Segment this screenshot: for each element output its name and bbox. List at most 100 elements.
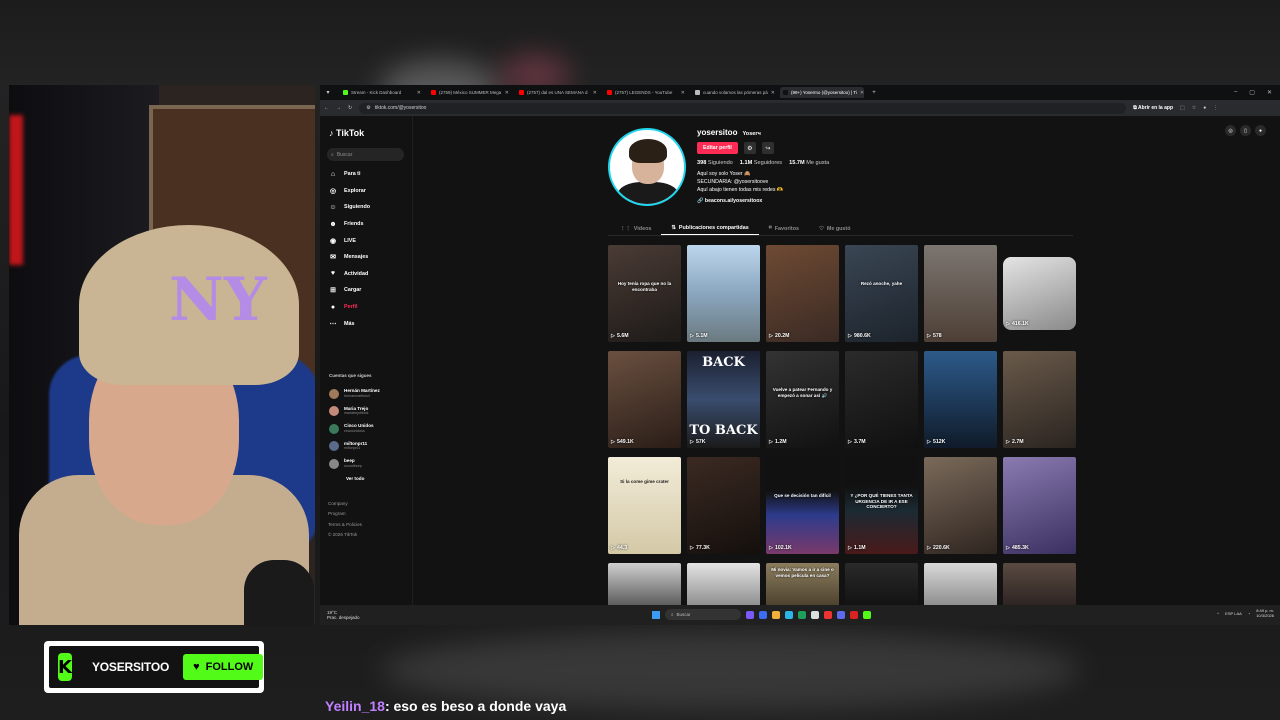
video-thumbnail[interactable] <box>1003 563 1076 608</box>
chrome-icon[interactable] <box>811 610 819 619</box>
minimize-icon[interactable]: – <box>1234 89 1237 96</box>
browser-tab[interactable]: (2757) LEGENDS - YouTube ✕ <box>604 87 688 98</box>
copilot-icon[interactable] <box>746 610 754 619</box>
video-thumbnail[interactable] <box>687 563 760 608</box>
video-thumbnail[interactable]: ▷ 5.1M <box>687 245 760 342</box>
site-info-icon[interactable]: ⚙ <box>366 105 370 111</box>
tab-favoritos[interactable]: ⌗ Favoritos <box>759 222 809 235</box>
tab-publicaciones-compartidas[interactable]: ⇅ Publicaciones compartidas <box>661 222 759 235</box>
video-thumbnail[interactable]: Y ¿POR QUÉ TIENES TANTA URGENCIA DE IR A… <box>845 457 918 554</box>
tab-close-icon[interactable]: ✕ <box>593 90 597 96</box>
footer-link[interactable]: Company <box>328 499 362 509</box>
tab-menu-icon[interactable]: ▾ <box>322 89 334 96</box>
sidebar-item-cargar[interactable]: ⊞ Cargar <box>328 282 370 299</box>
sidebar-item-live[interactable]: ◉ LIVE <box>328 232 370 249</box>
video-thumbnail[interactable]: ▷ 3.7M <box>845 351 918 448</box>
coin-icon[interactable]: ◎ <box>1225 125 1236 136</box>
weather-widget[interactable]: 19°C Prac. despejado <box>327 610 360 620</box>
kick-app-icon[interactable] <box>863 610 871 619</box>
open-in-app-button[interactable]: ⧉ Abrir en la app <box>1133 105 1173 111</box>
taskbar-search-input[interactable]: ⌕ Buscar <box>665 609 741 620</box>
windows-start-icon[interactable] <box>652 610 660 619</box>
video-thumbnail[interactable] <box>924 563 997 608</box>
follow-button[interactable]: ♥ FOLLOW <box>183 654 264 680</box>
close-window-icon[interactable]: ✕ <box>1267 89 1272 96</box>
search-input[interactable]: ⌕ Buscar <box>327 148 404 161</box>
video-thumbnail[interactable]: Que se decisión tan difícil ▷ 102.1K <box>766 457 839 554</box>
video-thumbnail[interactable]: ▷ 512K <box>924 351 997 448</box>
video-thumbnail[interactable]: ▷ 20.2M <box>766 245 839 342</box>
browser-tab[interactable]: (99+) Yosermo (@yosersitoo) | Ti ✕ <box>780 87 864 98</box>
sidebar-item-actividad[interactable]: ♥ Actividad <box>328 266 370 283</box>
following-account[interactable]: Hernán Martínez hernanmartinezl <box>329 385 380 403</box>
browser-tab[interactable]: (2757) dal es UNA SEMANA d ✕ <box>516 87 600 98</box>
footer-link[interactable]: Program <box>328 509 362 519</box>
forward-icon[interactable]: → <box>336 105 341 111</box>
new-tab-icon[interactable]: + <box>868 90 880 96</box>
video-thumbnail[interactable]: ▷ 416.1K <box>1003 257 1076 330</box>
user-avatar[interactable]: ● <box>1255 125 1266 136</box>
video-thumbnail[interactable]: Hoy tenía ropa que no la encontraba ▷ 5.6M <box>608 245 681 342</box>
edge-icon[interactable] <box>785 610 793 619</box>
reload-icon[interactable]: ↻ <box>348 105 352 111</box>
tab-close-icon[interactable]: ✕ <box>505 90 509 96</box>
task-view-icon[interactable] <box>759 610 767 619</box>
bookmark-icon[interactable]: ☆ <box>1192 105 1196 111</box>
following-account[interactable]: Cinco Unidos cincounidoss <box>329 420 380 438</box>
sidebar-item-siguiendo[interactable]: ☺ Siguiendo <box>328 199 370 216</box>
profile-avatar[interactable] <box>608 128 686 206</box>
tab-close-icon[interactable]: ✕ <box>771 90 775 96</box>
video-thumbnail[interactable]: ▷ 2.7M <box>1003 351 1076 448</box>
following-account[interactable]: Maria Trejo mariatrejotiktok <box>329 403 380 421</box>
maximize-icon[interactable]: ▢ <box>1249 89 1255 96</box>
video-thumbnail[interactable]: Mi novia: Vamos a ir a cine o vemos pelí… <box>766 563 839 608</box>
following-account[interactable]: beep soundbeep <box>329 455 380 473</box>
see-all-link[interactable]: Ver todo <box>346 476 364 481</box>
address-input[interactable]: ⚙ tiktok.com/@yosersitoo <box>359 102 1127 114</box>
tiktok-logo[interactable]: ♪ TikTok <box>329 128 364 138</box>
sidebar-item-para-ti[interactable]: ⌂ Para ti <box>328 166 370 183</box>
menu-icon[interactable]: ⋮ <box>1213 105 1218 111</box>
video-thumbnail[interactable]: ▷ 578 <box>924 245 997 342</box>
browser-tab[interactable]: Stream - Kick Dashboard ✕ <box>340 87 424 98</box>
video-thumbnail[interactable]: Rezó anoche, yahe ▷ 980.6K <box>845 245 918 342</box>
language-indicator[interactable]: ESP LAA <box>1225 611 1242 616</box>
store-icon[interactable] <box>798 610 806 619</box>
share-icon[interactable]: ↪ <box>761 142 774 154</box>
browser-tab[interactable]: (2759) México SUMMER Mega ✕ <box>428 87 512 98</box>
sidebar-item-explorar[interactable]: ◎ Explorar <box>328 183 370 200</box>
sidebar-item-friends[interactable]: ☻ Friends <box>328 216 370 233</box>
settings-icon[interactable]: ⚙ <box>743 142 756 154</box>
tab-close-icon[interactable]: ✕ <box>417 90 421 96</box>
tab-videos[interactable]: ⋮⋮ Videos <box>608 222 661 235</box>
video-thumbnail[interactable]: ▷ 485.3K <box>1003 457 1076 554</box>
video-thumbnail[interactable] <box>608 563 681 608</box>
video-thumbnail[interactable]: ▷ 220.6K <box>924 457 997 554</box>
following-account[interactable]: miltonpr11 miltonpr11 <box>329 438 380 456</box>
video-thumbnail[interactable]: BACK TO BACK ▷ 57K <box>687 351 760 448</box>
video-thumbnail[interactable]: Vuelve a patear Fernando y empezó a sona… <box>766 351 839 448</box>
edit-profile-button[interactable]: Editar perfil <box>697 142 738 154</box>
obs-icon[interactable] <box>850 610 858 619</box>
sidebar-item-mensajes[interactable]: ✉ Mensajes <box>328 249 370 266</box>
tray-chevron-icon[interactable]: ^ <box>1217 611 1219 616</box>
extensions-icon[interactable]: ⬚ <box>1180 105 1185 111</box>
video-thumbnail[interactable]: ▷ 549.1K <box>608 351 681 448</box>
tab-close-icon[interactable]: ✕ <box>860 90 864 96</box>
tab-me-gust-[interactable]: ♡ Me gustó <box>809 222 861 235</box>
tab-close-icon[interactable]: ✕ <box>681 90 685 96</box>
app-icon[interactable] <box>824 610 832 619</box>
profile-link[interactable]: 🔗 beacons.ai/yosersitoox <box>697 198 957 204</box>
footer-link[interactable]: Terms & Policies <box>328 520 362 530</box>
discord-icon[interactable] <box>837 610 845 619</box>
back-icon[interactable]: ← <box>324 105 329 111</box>
video-thumbnail[interactable] <box>845 563 918 608</box>
device-icon[interactable]: ▯ <box>1240 125 1251 136</box>
video-thumbnail[interactable]: ▷ 77.3K <box>687 457 760 554</box>
profile-icon[interactable]: ● <box>1203 105 1206 111</box>
sidebar-item-m-s[interactable]: ⋯ Más <box>328 315 370 332</box>
video-thumbnail[interactable]: Si la come gime crater ▷ 44.3 <box>608 457 681 554</box>
file-explorer-icon[interactable] <box>772 610 780 619</box>
sidebar-item-perfil[interactable]: ● Perfil <box>328 299 370 316</box>
wifi-icon[interactable]: ◔ <box>1248 611 1250 616</box>
